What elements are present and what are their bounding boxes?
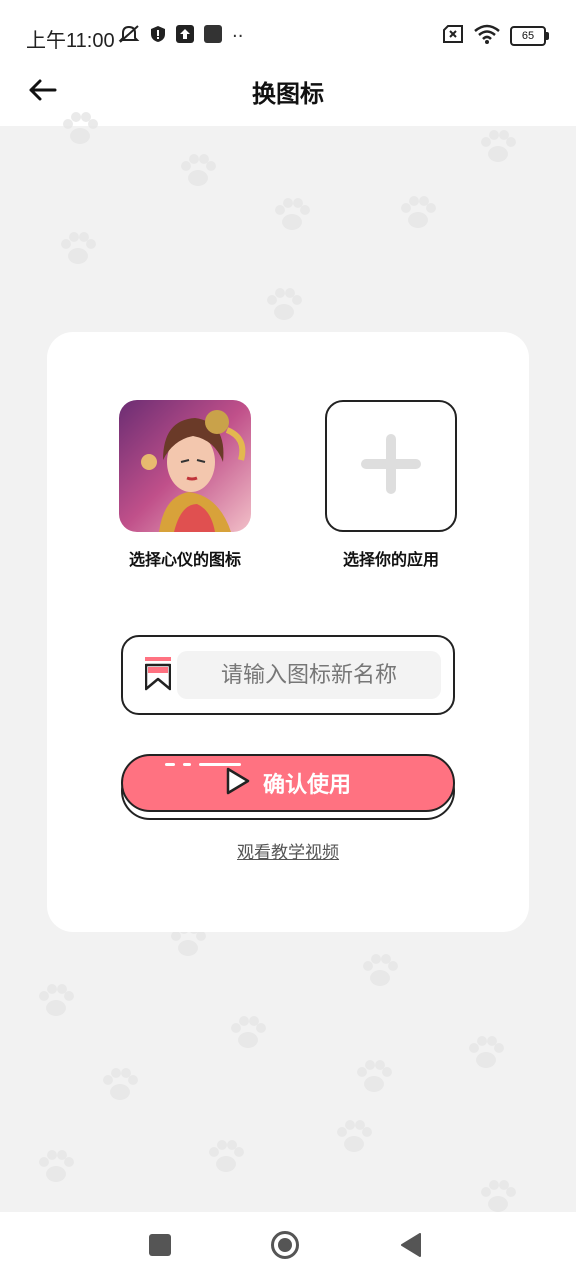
recent-apps-button[interactable] [145,1232,175,1262]
home-button[interactable] [270,1230,300,1264]
bookmark-icon [144,657,172,695]
chosen-icon-image[interactable] [119,400,251,532]
name-field-container [121,635,455,715]
button-shine [199,763,241,766]
system-nav-bar [0,1212,576,1280]
status-time: 上午11:00 [26,30,115,52]
plus-icon [361,434,421,498]
shield-icon [150,25,166,47]
upload-icon [176,25,194,47]
icon-change-card: 选择心仪的图标 选择你的应用 确认使用 观看教学视频 [47,332,529,932]
square-icon [204,25,222,47]
status-icons-left: ·· [118,24,243,48]
recent-apps-icon [149,1234,171,1260]
confirm-button-face: 确认使用 [121,754,455,812]
app-slot-label: 选择你的应用 [342,550,439,569]
icon-name-input[interactable] [177,651,441,699]
hero-portrait-image [119,400,251,532]
status-icons-right: 65 [442,24,549,48]
play-icon [225,767,251,799]
button-shine [183,763,191,766]
chosen-icon-label: 选择心仪的图标 [128,550,241,569]
confirm-button-label: 确认使用 [262,773,351,798]
button-shine [165,763,175,766]
back-nav-button[interactable] [396,1232,426,1262]
choose-app-button[interactable] [325,400,457,532]
mute-bell-icon [118,24,140,48]
page-title: 换图标 [252,80,324,108]
confirm-button[interactable]: 确认使用 [121,754,455,822]
tutorial-video-link[interactable]: 观看教学视频 [47,838,529,863]
back-triangle-icon [400,1233,422,1261]
battery-icon: 65 [510,26,549,46]
sim-off-icon [442,25,464,47]
wifi-icon [474,24,500,48]
home-icon [270,1230,300,1264]
status-dots: ·· [232,25,244,47]
